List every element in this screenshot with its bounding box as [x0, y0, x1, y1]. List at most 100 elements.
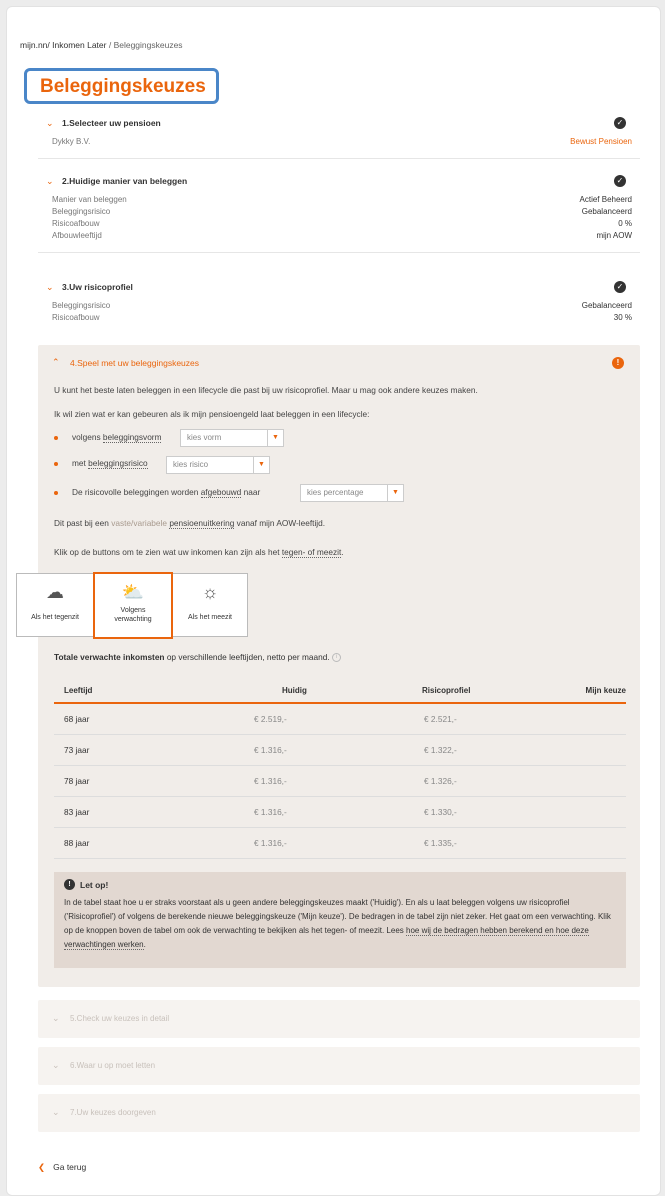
kv-row: Risicoafbouw 0 %	[38, 218, 640, 230]
check-icon: ✓	[614, 175, 626, 187]
notice-title: ! Let op!	[64, 879, 616, 890]
section-3-title: 3.Uw risicoprofiel	[62, 282, 133, 292]
cell-riskprofile: € 1.326,-	[424, 776, 457, 786]
scenario-bad-button[interactable]: ☁ Als het tegenzit	[17, 574, 93, 636]
kv-row: Manier van beleggen Actief Beheerd	[38, 194, 640, 206]
kv-key: Beleggingsrisico	[52, 207, 111, 216]
check-icon: ✓	[614, 281, 626, 293]
vorm-select[interactable]: kies vorm ▼	[180, 429, 284, 447]
section-risk-profile: ⌄ 3.Uw risicoprofiel ✓ Beleggingsrisico G…	[38, 274, 640, 324]
percentage-select[interactable]: kies percentage ▼	[300, 484, 404, 502]
section-7-header[interactable]: ⌄ 7.Uw keuzes doorgeven	[38, 1094, 640, 1132]
info-icon[interactable]: i	[331, 653, 341, 663]
chevron-down-icon: ⌄	[46, 117, 54, 128]
chevron-down-icon: ⌄	[46, 281, 54, 292]
cell-current: € 1.316,-	[254, 776, 287, 786]
chevron-down-icon: ⌄	[52, 1013, 60, 1023]
breadcrumb-inkomen-later[interactable]: Inkomen Later	[50, 40, 106, 50]
table-row: 68 jaar € 2.519,- € 2.521,-	[54, 704, 626, 735]
pension-name[interactable]: Bewust Pensioen	[570, 136, 632, 148]
back-link[interactable]: ❮ Ga terug	[38, 1162, 86, 1173]
section-4-title: 4.Speel met uw beleggingskeuzes	[70, 358, 199, 368]
kv-value: 30 %	[613, 313, 632, 322]
alert-icon: !	[612, 357, 624, 369]
breadcrumb: mijn.nn/ Inkomen Later / Beleggingskeuze…	[20, 40, 183, 50]
cell-current: € 1.316,-	[254, 838, 287, 848]
beleggingsvorm-link[interactable]: beleggingsvorm	[102, 432, 162, 443]
section-1-title: 1.Selecteer uw pensioen	[62, 118, 161, 128]
kv-row: Risicoafbouw 30 %	[38, 312, 640, 324]
pensioenuitkering-link[interactable]: pensioenuitkering	[169, 518, 235, 529]
bullet-2-text: met beleggingsrisico	[72, 458, 148, 469]
section-6-title: 6.Waar u op moet letten	[70, 1061, 156, 1070]
tegen-of-meezit-link[interactable]: tegen- of meezit	[281, 547, 342, 558]
table-row: 88 jaar € 1.316,- € 1.335,-	[54, 828, 626, 859]
kv-row: Beleggingsrisico Gebalanceerd	[38, 206, 640, 218]
divider	[38, 158, 640, 159]
chevron-down-icon: ▼	[267, 430, 283, 446]
chevron-up-icon: ⌃	[52, 357, 60, 367]
pension-row: Dykky B.V. Bewust Pensioen	[38, 136, 640, 148]
table-caption: Totale verwachte inkomsten op verschille…	[54, 652, 341, 663]
kv-key: Risicoafbouw	[52, 219, 100, 228]
chevron-down-icon: ⌄	[52, 1060, 60, 1070]
sun-icon: ☼	[201, 582, 219, 602]
vast-variabel-link[interactable]: vaste/variabele	[111, 518, 167, 528]
section-current-investing: ⌄ 2.Huidige manier van beleggen ✓ Manier…	[38, 168, 640, 253]
chevron-down-icon: ⌄	[52, 1107, 60, 1117]
wish-text: Ik wil zien wat er kan gebeuren als ik m…	[54, 409, 370, 419]
section-select-pension: ⌄ 1.Selecteer uw pensioen ✓ Dykky B.V. B…	[38, 110, 640, 159]
check-icon: ✓	[614, 117, 626, 129]
click-instruction: Klik op de buttons om te zien wat uw ink…	[54, 547, 344, 558]
kv-value: Gebalanceerd	[581, 301, 632, 310]
section-4-header[interactable]: ⌃ 4.Speel met uw beleggingskeuzes !	[38, 353, 640, 373]
scenario-expected-button[interactable]: ⛅ Volgens verwachting	[93, 572, 173, 639]
table-row: 73 jaar € 1.316,- € 1.322,-	[54, 735, 626, 766]
kv-value: 0 %	[618, 219, 632, 228]
section-6-header[interactable]: ⌄ 6.Waar u op moet letten	[38, 1047, 640, 1085]
chevron-left-icon: ❮	[38, 1162, 46, 1172]
section-2-title: 2.Huidige manier van beleggen	[62, 176, 188, 186]
column-header: Mijn keuze	[585, 686, 626, 695]
bullet	[54, 462, 58, 466]
section-5-title: 5.Check uw keuzes in detail	[70, 1014, 170, 1023]
breadcrumb-root[interactable]: mijn.nn/	[20, 40, 50, 50]
chevron-down-icon: ▼	[253, 457, 269, 473]
kv-key: Risicoafbouw	[52, 313, 100, 322]
company-name: Dykky B.V.	[52, 137, 91, 146]
scenario-good-button[interactable]: ☼ Als het meezit	[173, 574, 247, 636]
cell-riskprofile: € 1.335,-	[424, 838, 457, 848]
table-header-row: Leeftijd Huidig Risicoprofiel Mijn keuze	[54, 680, 626, 704]
chevron-down-icon: ▼	[387, 485, 403, 501]
risico-select[interactable]: kies risico ▼	[166, 456, 270, 474]
cell-age: 83 jaar	[64, 807, 90, 817]
cell-age: 68 jaar	[64, 714, 90, 724]
beleggingsrisico-link[interactable]: beleggingsrisico	[88, 458, 148, 469]
cell-age: 88 jaar	[64, 838, 90, 848]
column-header: Huidig	[282, 686, 307, 695]
chevron-down-icon: ⌄	[46, 175, 54, 186]
section-3-header[interactable]: ⌄ 3.Uw risicoprofiel ✓	[38, 274, 640, 300]
table-row: 83 jaar € 1.316,- € 1.330,-	[54, 797, 626, 828]
breadcrumb-current: Beleggingskeuzes	[113, 40, 183, 50]
scenario-label: Als het tegenzit	[31, 614, 79, 621]
notice-body: In de tabel staat hoe u er straks voorst…	[64, 898, 611, 950]
intro-text: U kunt het beste laten beleggen in een l…	[54, 385, 478, 395]
section-1-header[interactable]: ⌄ 1.Selecteer uw pensioen ✓	[38, 110, 640, 136]
kv-key: Manier van beleggen	[52, 195, 127, 204]
afgebouwd-link[interactable]: afgebouwd	[200, 487, 242, 498]
partly-cloudy-icon: ⛅	[121, 582, 145, 602]
cell-riskprofile: € 1.322,-	[424, 745, 457, 755]
kv-row: Afbouwleeftijd mijn AOW	[38, 230, 640, 242]
cell-current: € 2.519,-	[254, 714, 287, 724]
section-2-header[interactable]: ⌄ 2.Huidige manier van beleggen ✓	[38, 168, 640, 194]
scenario-button-group: ☁ Als het tegenzit ⛅ Volgens verwachting…	[16, 572, 248, 639]
cell-riskprofile: € 2.521,-	[424, 714, 457, 724]
bullet	[54, 491, 58, 495]
kv-value: Gebalanceerd	[581, 207, 632, 216]
cell-age: 78 jaar	[64, 776, 90, 786]
scenario-label: verwachting	[114, 616, 152, 623]
back-label: Ga terug	[53, 1162, 87, 1172]
section-5-header[interactable]: ⌄ 5.Check uw keuzes in detail	[38, 1000, 640, 1038]
notice-box: ! Let op! In de tabel staat hoe u er stra…	[54, 872, 626, 968]
